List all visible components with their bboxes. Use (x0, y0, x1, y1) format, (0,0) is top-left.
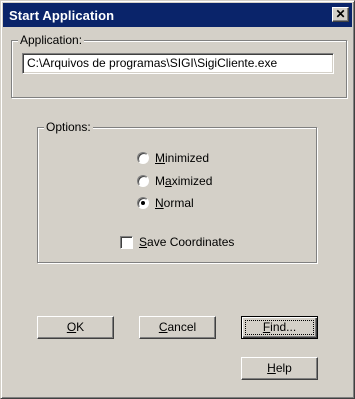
cancel-button-label: Cancel (158, 320, 197, 334)
find-button-label: Find... (262, 320, 297, 334)
radio-minimized-label: Minimized (155, 151, 210, 165)
ok-button[interactable]: OK (37, 316, 114, 339)
radio-normal[interactable]: Normal (137, 195, 194, 211)
options-group: Options: Minimized Maximized Normal Save… (37, 120, 317, 263)
close-button[interactable]: ✕ (332, 7, 349, 22)
close-icon: ✕ (335, 7, 346, 21)
application-path-field[interactable]: C:\Arquivos de programas\SIGI\SigiClient… (22, 53, 334, 74)
application-group-label: Application: (18, 33, 85, 47)
radio-button-selected[interactable] (137, 197, 149, 209)
checkbox[interactable] (120, 235, 133, 249)
radio-button[interactable] (137, 175, 149, 187)
window-title: Start Application (9, 8, 115, 23)
radio-normal-label: Normal (155, 196, 194, 210)
start-application-dialog: Start Application ✕ Application: C:\Arqu… (0, 0, 355, 399)
radio-minimized[interactable]: Minimized (137, 150, 209, 166)
cancel-button[interactable]: Cancel (139, 316, 216, 339)
title-bar[interactable]: Start Application ✕ (3, 3, 352, 27)
application-path-value: C:\Arquivos de programas\SIGI\SigiClient… (27, 56, 278, 70)
ok-button-label: OK (66, 320, 85, 334)
radio-dot-icon (141, 201, 145, 205)
save-coordinates-label: Save Coordinates (139, 235, 235, 249)
radio-maximized[interactable]: Maximized (137, 173, 212, 189)
application-group: Application: C:\Arquivos de programas\SI… (11, 33, 347, 98)
find-button[interactable]: Find... (241, 316, 318, 339)
help-button-label: Help (267, 361, 292, 375)
options-group-label: Options: (44, 120, 93, 134)
radio-button[interactable] (137, 152, 149, 164)
save-coordinates-checkbox[interactable]: Save Coordinates (120, 234, 234, 250)
help-button[interactable]: Help (241, 357, 318, 380)
radio-maximized-label: Maximized (155, 174, 213, 188)
